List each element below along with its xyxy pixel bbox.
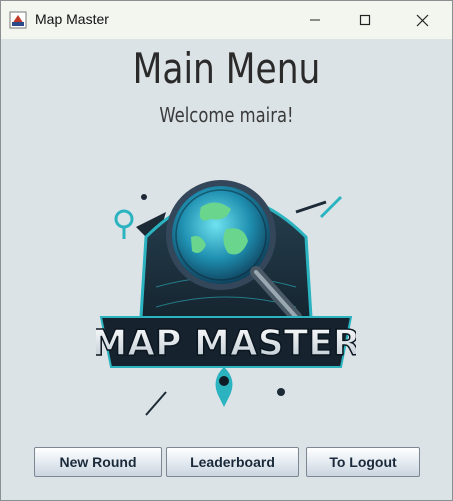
- maximize-icon: [359, 14, 371, 26]
- close-button[interactable]: [399, 1, 445, 39]
- maximize-button[interactable]: [342, 1, 388, 39]
- logout-button[interactable]: To Logout: [306, 447, 420, 477]
- leaderboard-button[interactable]: Leaderboard: [166, 447, 299, 477]
- main-menu-panel: Main Menu Welcome maira! MAP MASTER New …: [1, 39, 452, 500]
- minimize-icon: [310, 19, 320, 21]
- close-icon: [416, 14, 428, 26]
- title-bar[interactable]: Map Master: [1, 1, 452, 39]
- globe-magnifier-logo: MAP MASTER: [96, 180, 356, 416]
- java-app-icon: [9, 11, 27, 29]
- page-title: Main Menu: [132, 44, 321, 93]
- welcome-message: Welcome maira!: [159, 103, 294, 127]
- logo-text: MAP MASTER: [96, 323, 356, 364]
- new-round-button[interactable]: New Round: [34, 447, 162, 477]
- app-window: Map Master Main Menu Welcome maira! MAP …: [0, 0, 453, 501]
- minimize-button[interactable]: [292, 1, 338, 39]
- window-title: Map Master: [35, 11, 109, 27]
